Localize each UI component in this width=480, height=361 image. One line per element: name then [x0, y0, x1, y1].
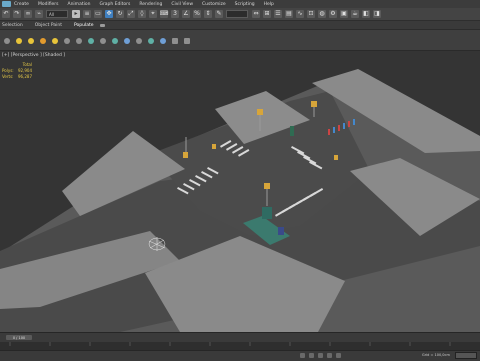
- regenerate-icon[interactable]: [124, 38, 130, 44]
- create-flow-icon[interactable]: [16, 38, 22, 44]
- menu-item-rendering[interactable]: Rendering: [139, 2, 162, 7]
- auto-key-button[interactable]: [455, 352, 477, 359]
- menu-item-create[interactable]: Create: [14, 2, 29, 7]
- people-icon[interactable]: [88, 38, 94, 44]
- render-active-shade-icon[interactable]: ◨: [373, 10, 381, 18]
- ribbon-options-icon[interactable]: [99, 23, 105, 27]
- selection-filter-dropdown[interactable]: All: [46, 10, 68, 18]
- keyboard-shortcut-icon[interactable]: ⌨: [160, 10, 168, 18]
- menu-item-scripting[interactable]: Scripting: [235, 2, 255, 7]
- snap-toggle-icon[interactable]: 3: [171, 10, 179, 18]
- menu-item-customize[interactable]: Customize: [202, 2, 226, 7]
- edit-selected-icon[interactable]: [76, 38, 82, 44]
- density-icon[interactable]: [100, 38, 106, 44]
- unlink-icon[interactable]: ⌁: [35, 10, 43, 18]
- statistics-overlay: Total Polys: 92,904 Verts: 96,287: [2, 62, 32, 80]
- curve-editor-icon[interactable]: ∿: [296, 10, 304, 18]
- perspective-viewport[interactable]: [+] [Perspective ] [Shaded ] Total Polys…: [0, 51, 480, 332]
- ribbon-toggle-icon[interactable]: ▤: [285, 10, 293, 18]
- mailbox: [290, 126, 294, 136]
- x-coordinate-field[interactable]: [318, 353, 323, 358]
- view-icon[interactable]: [148, 38, 154, 44]
- select-by-name-icon[interactable]: ≡: [83, 10, 91, 18]
- status-bar: Grid = 100,0cm: [0, 350, 480, 361]
- ribbon-panel: [0, 30, 480, 51]
- mirror-icon[interactable]: ⇔: [252, 10, 260, 18]
- percent-snap-icon[interactable]: %: [193, 10, 201, 18]
- edit-named-sets-icon[interactable]: ✎: [215, 10, 223, 18]
- stats-verts-label: Verts:: [2, 74, 14, 79]
- pivot-icon[interactable]: ⌖: [149, 10, 157, 18]
- lock-selection-icon[interactable]: [300, 353, 305, 358]
- ribbon-icon-row: [4, 38, 196, 44]
- tab-selection[interactable]: Selection: [2, 23, 23, 28]
- layer-explorer-icon[interactable]: ☰: [274, 10, 282, 18]
- bake-icon[interactable]: [136, 38, 142, 44]
- link-icon[interactable]: ∞: [24, 10, 32, 18]
- schematic-view-icon[interactable]: ⊡: [307, 10, 315, 18]
- move-icon[interactable]: ✥: [105, 10, 113, 18]
- scale-icon[interactable]: ⤢: [127, 10, 135, 18]
- grid-size-readout: Grid = 100,0cm: [422, 353, 450, 357]
- track-bar-ticks: [9, 342, 451, 346]
- app-logo-icon[interactable]: [2, 1, 11, 7]
- status-controls: [300, 353, 345, 358]
- absolute-mode-icon[interactable]: [309, 353, 314, 358]
- main-toolbar: ↶ ↷ ∞ ⌁ All ▸ ≡ ▭ ✥ ↻ ⤢ ◊ ⌖ ⌨ 3 ∠ % ⇕ ✎ …: [0, 8, 480, 21]
- named-selection-dropdown[interactable]: [226, 10, 248, 18]
- generate-icon[interactable]: [52, 38, 58, 44]
- redo-icon[interactable]: ↷: [13, 10, 21, 18]
- tab-populate[interactable]: Populate: [74, 23, 94, 28]
- seed-icon[interactable]: [112, 38, 118, 44]
- ribbon-tab-bar: Selection Object Paint Populate: [0, 21, 480, 30]
- render-production-icon[interactable]: ☕: [351, 10, 359, 18]
- menu-item-animation[interactable]: Animation: [68, 2, 91, 7]
- menu-item-graph-editors[interactable]: Graph Editors: [99, 2, 130, 7]
- scene-render: [0, 69, 480, 332]
- settings-icon[interactable]: [160, 38, 166, 44]
- y-coordinate-field[interactable]: [327, 353, 332, 358]
- track-bar[interactable]: [0, 342, 480, 350]
- z-coordinate-field[interactable]: [336, 353, 341, 358]
- rendered-frame-window-icon[interactable]: ▣: [340, 10, 348, 18]
- place-icon[interactable]: ◊: [138, 10, 146, 18]
- delete-icon[interactable]: [172, 38, 178, 44]
- stats-verts-value: 96,287: [18, 74, 32, 79]
- populate-flow-icon[interactable]: [4, 38, 10, 44]
- tab-object-paint[interactable]: Object Paint: [35, 23, 62, 28]
- material-editor-icon[interactable]: ◍: [318, 10, 326, 18]
- select-object-icon[interactable]: ▸: [72, 10, 80, 18]
- rect-selection-icon[interactable]: ▭: [94, 10, 102, 18]
- undo-icon[interactable]: ↶: [2, 10, 10, 18]
- spinner-snap-icon[interactable]: ⇕: [204, 10, 212, 18]
- angle-snap-icon[interactable]: ∠: [182, 10, 190, 18]
- menu-item-modifiers[interactable]: Modifiers: [38, 2, 59, 7]
- render-iterative-icon[interactable]: ◧: [362, 10, 370, 18]
- simulate-icon[interactable]: [40, 38, 46, 44]
- options-icon[interactable]: [184, 38, 190, 44]
- menu-item-civil-view[interactable]: Civil View: [171, 2, 193, 7]
- menu-item-help[interactable]: Help: [264, 2, 274, 7]
- rotate-icon[interactable]: ↻: [116, 10, 124, 18]
- render-setup-icon[interactable]: ⚙: [329, 10, 337, 18]
- time-slider[interactable]: 0 / 100: [6, 335, 32, 340]
- viewport-label[interactable]: [+] [Perspective ] [Shaded ]: [2, 53, 65, 58]
- display-icon[interactable]: [64, 38, 70, 44]
- align-icon[interactable]: ⊞: [263, 10, 271, 18]
- create-idle-area-icon[interactable]: [28, 38, 34, 44]
